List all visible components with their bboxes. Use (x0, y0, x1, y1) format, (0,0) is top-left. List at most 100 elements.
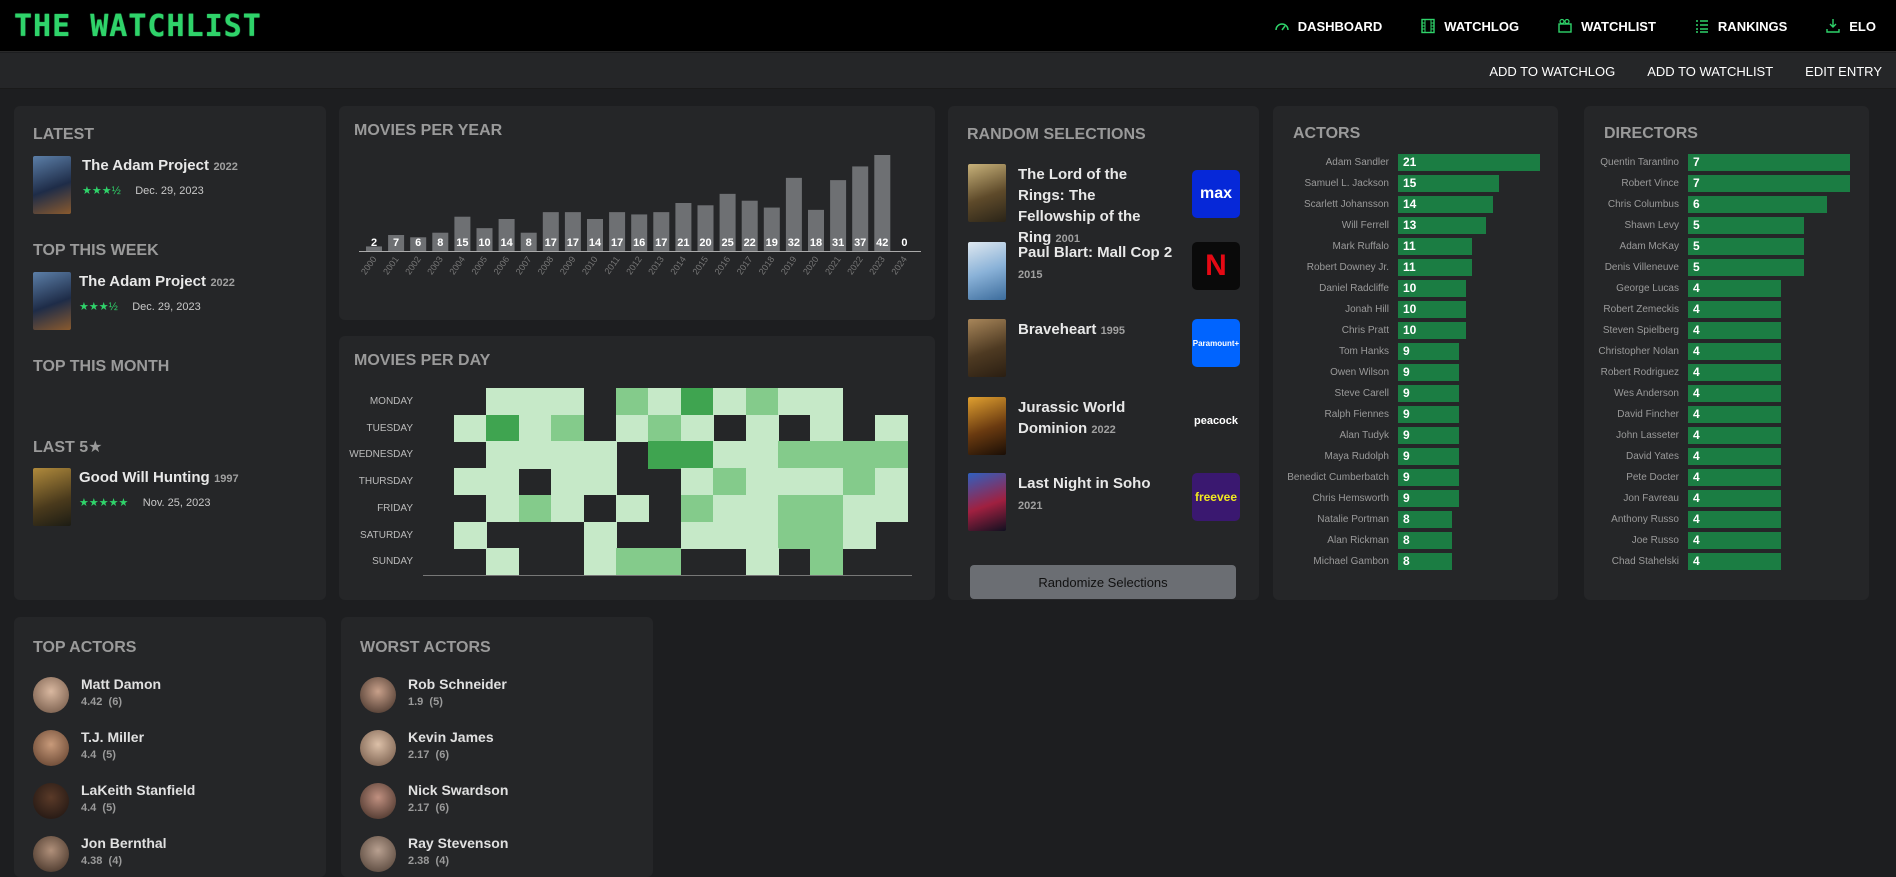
bar-row[interactable]: Benedict Cumberbatch 9 (1273, 468, 1459, 486)
top-week-poster[interactable] (33, 272, 71, 330)
nav-watchlog[interactable]: WATCHLOG (1420, 18, 1519, 34)
bar-row[interactable]: Maya Rudolph 9 (1273, 447, 1459, 465)
actor-row[interactable]: Kevin James 2.17 (6) (360, 726, 590, 770)
bar-row[interactable]: Christopher Nolan 4 (1584, 342, 1781, 360)
heatmap-cell (810, 521, 844, 549)
bar-row[interactable]: Michael Gambon 8 (1273, 552, 1453, 570)
bar-row[interactable]: Shawn Levy 5 (1584, 216, 1804, 234)
nav-watchlist[interactable]: WATCHLIST (1557, 18, 1656, 34)
bar-row[interactable]: Tom Hanks 9 (1273, 342, 1459, 360)
movie-poster[interactable] (968, 319, 1006, 377)
random-movie-title[interactable]: Jurassic World Dominion 2022 (1018, 397, 1173, 441)
bar-row[interactable]: Alan Tudyk 9 (1273, 426, 1459, 444)
bar-row[interactable]: John Lasseter 4 (1584, 426, 1781, 444)
bar-row[interactable]: Adam McKay 5 (1584, 237, 1804, 255)
bar-row[interactable]: Robert Zemeckis 4 (1584, 300, 1781, 318)
bar-row[interactable]: Chad Stahelski 4 (1584, 552, 1781, 570)
bar-row[interactable]: Daniel Radcliffe 10 (1273, 279, 1466, 297)
actor-row[interactable]: Nick Swardson 2.17 (6) (360, 779, 590, 823)
latest-heading: LATEST (33, 126, 95, 143)
edit-entry-link[interactable]: EDIT ENTRY (1805, 64, 1882, 79)
bar-label: Alan Rickman (1327, 534, 1389, 546)
bar-row[interactable]: George Lucas 4 (1584, 279, 1781, 297)
actors-card: ACTORS Adam Sandler 21 Samuel L. Jackson 15… (1273, 106, 1558, 600)
bar-row[interactable]: Quentin Tarantino 7 (1584, 153, 1850, 171)
bar-row[interactable]: Robert Downey Jr. 11 (1273, 258, 1473, 276)
bar-row[interactable]: Will Ferrell 13 (1273, 216, 1486, 234)
random-movie-title[interactable]: Last Night in Soho 2021 (1018, 473, 1173, 517)
bar-row[interactable]: Jonah Hill 10 (1273, 300, 1466, 318)
netflix-logo-icon[interactable]: N (1192, 242, 1240, 290)
bar-row[interactable]: Chris Columbus 6 (1584, 195, 1827, 213)
bar-row[interactable]: Chris Hemsworth 9 (1273, 489, 1459, 507)
actor-row[interactable]: Rob Schneider 1.9 (5) (360, 673, 590, 717)
bar-row[interactable]: Jon Favreau 4 (1584, 489, 1781, 507)
nav-rankings[interactable]: RANKINGS (1694, 18, 1787, 34)
bar-label: Steven Spielberg (1602, 324, 1679, 336)
random-item[interactable]: Jurassic World Dominion 2022 peacock (968, 397, 1243, 457)
bar-label: Chris Columbus (1607, 198, 1679, 210)
actor-row[interactable]: Jon Bernthal 4.38 (4) (33, 832, 263, 876)
actor-row[interactable]: LaKeith Stanfield 4.4 (5) (33, 779, 263, 823)
add-to-watchlog-link[interactable]: ADD TO WATCHLOG (1489, 64, 1615, 79)
bar-row[interactable]: Ralph Fiennes 9 (1273, 405, 1459, 423)
random-item[interactable]: The Lord of the Rings: The Fellowship of… (968, 164, 1243, 246)
latest-movie[interactable]: The Adam Project 2022 ★★★½ Dec. 29, 2023 (82, 157, 238, 199)
last5-movie[interactable]: Good Will Hunting 1997 ★★★★★ Nov. 25, 20… (79, 469, 239, 511)
actor-name: Rob Schneider (408, 676, 507, 692)
year-tick-label: 2010 (580, 254, 600, 276)
heatmap-cell (713, 521, 747, 549)
actor-name: Jon Bernthal (81, 835, 167, 851)
movie-poster[interactable] (968, 473, 1006, 531)
freevee-logo-icon[interactable]: freevee (1192, 473, 1240, 521)
random-item[interactable]: Last Night in Soho 2021 freevee (968, 473, 1243, 533)
bar-row[interactable]: Alan Rickman 8 (1273, 531, 1453, 549)
bar-row[interactable]: Anthony Russo 4 (1584, 510, 1781, 528)
peacock-logo-icon[interactable]: peacock (1192, 397, 1240, 445)
random-movie-title[interactable]: Braveheart 1995 (1018, 319, 1173, 342)
actor-row[interactable]: Ray Stevenson 2.38 (4) (360, 832, 590, 876)
random-item[interactable]: Paul Blart: Mall Cop 2 2015 N (968, 242, 1243, 302)
nav-dashboard[interactable]: DASHBOARD (1274, 18, 1382, 34)
max-logo-icon[interactable]: max (1192, 170, 1240, 218)
movie-poster[interactable] (968, 397, 1006, 455)
app-logo[interactable]: THE WATCHLIST (14, 9, 262, 44)
bar-row[interactable]: Adam Sandler 21 (1273, 153, 1540, 171)
add-to-watchlist-link[interactable]: ADD TO WATCHLIST (1647, 64, 1773, 79)
heatmap-cell (616, 494, 649, 523)
bar-row[interactable]: David Yates 4 (1584, 447, 1781, 465)
movie-poster[interactable] (968, 164, 1006, 222)
paramount-plus-logo-icon[interactable]: Paramount+ (1192, 319, 1240, 367)
last5-poster[interactable] (33, 468, 71, 526)
random-movie-title[interactable]: The Lord of the Rings: The Fellowship of… (1018, 164, 1173, 250)
movie-poster[interactable] (968, 242, 1006, 300)
bar-row[interactable]: Owen Wilson 9 (1273, 363, 1459, 381)
bar-row[interactable]: Chris Pratt 10 (1273, 321, 1466, 339)
bar-row[interactable]: Steve Carell 9 (1273, 384, 1459, 402)
avatar (33, 730, 69, 766)
bar-row[interactable]: Steven Spielberg 4 (1584, 321, 1781, 339)
bar-row[interactable]: Pete Docter 4 (1584, 468, 1781, 486)
bar-row[interactable]: Robert Vince 7 (1584, 174, 1850, 192)
top-week-movie[interactable]: The Adam Project 2022 ★★★½ Dec. 29, 2023 (79, 273, 235, 315)
actor-stats: 2.17 (6) (408, 802, 449, 814)
heatmap-cell (745, 521, 779, 549)
bar-row[interactable]: Natalie Portman 8 (1273, 510, 1453, 528)
nav-elo[interactable]: ELO (1825, 18, 1876, 34)
bar-row[interactable]: Wes Anderson 4 (1584, 384, 1781, 402)
year-bar-value: 37 (854, 237, 866, 249)
randomize-button[interactable]: Randomize Selections (970, 565, 1236, 599)
bar-label: Denis Villeneuve (1604, 261, 1679, 273)
bar-row[interactable]: David Fincher 4 (1584, 405, 1781, 423)
bar-row[interactable]: Joe Russo 4 (1584, 531, 1781, 549)
bar-row[interactable]: Mark Ruffalo 11 (1273, 237, 1473, 255)
bar-row[interactable]: Robert Rodriguez 4 (1584, 363, 1781, 381)
bar-row[interactable]: Denis Villeneuve 5 (1584, 258, 1804, 276)
latest-poster[interactable] (33, 156, 71, 214)
bar-row[interactable]: Samuel L. Jackson 15 (1273, 174, 1500, 192)
random-movie-title[interactable]: Paul Blart: Mall Cop 2 2015 (1018, 242, 1173, 286)
actor-row[interactable]: T.J. Miller 4.4 (5) (33, 726, 263, 770)
bar-row[interactable]: Scarlett Johansson 14 (1273, 195, 1493, 213)
random-item[interactable]: Braveheart 1995 Paramount+ (968, 319, 1243, 379)
actor-row[interactable]: Matt Damon 4.42 (6) (33, 673, 263, 717)
